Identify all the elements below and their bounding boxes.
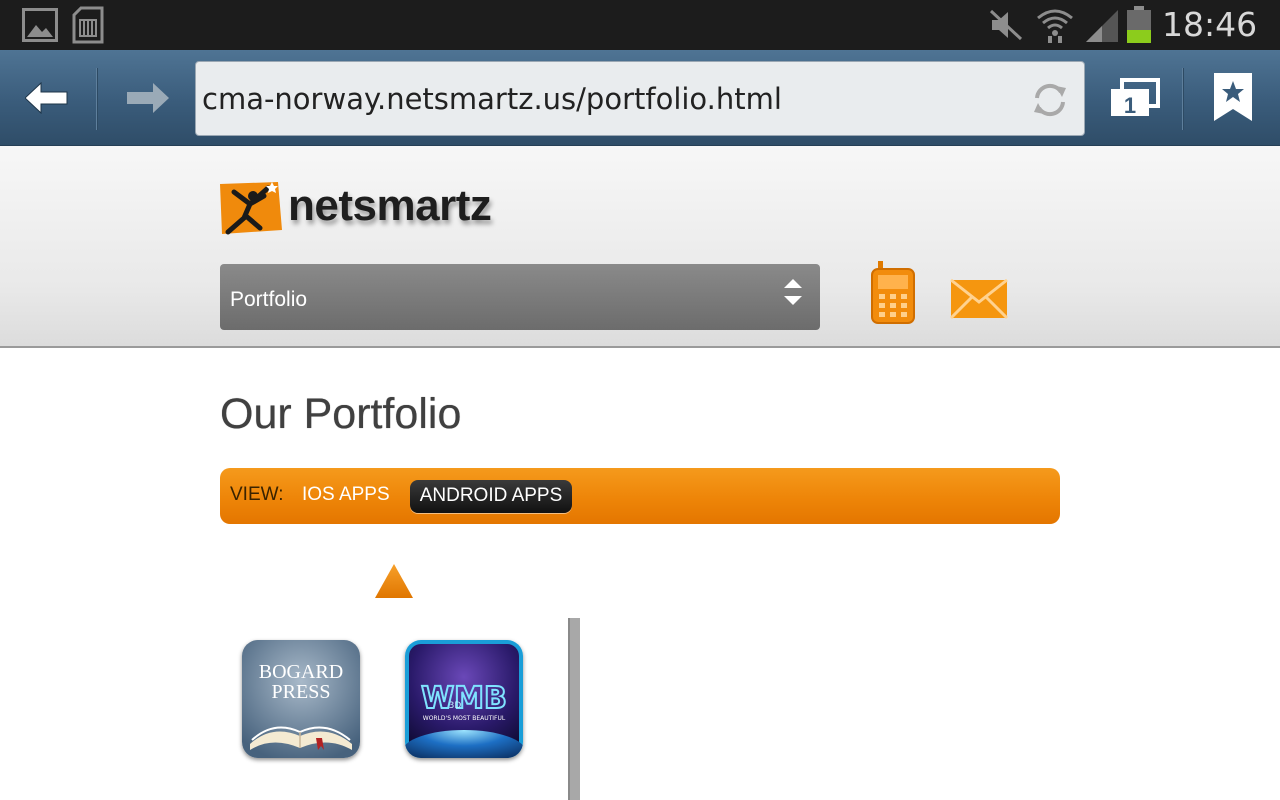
toolbar-divider: [96, 68, 98, 130]
phone-icon[interactable]: [870, 261, 916, 325]
battery-icon: [1126, 6, 1152, 44]
logo-figure-icon: [220, 182, 284, 236]
signal-icon: [1084, 8, 1120, 42]
app-tile-wmb[interactable]: WMB 3D WORLD'S MOST BEAUTIFUL: [405, 640, 523, 758]
toolbar-divider: [1182, 68, 1184, 130]
url-bar[interactable]: cma-norway.netsmartz.us/portfolio.html: [195, 61, 1085, 136]
mute-icon: [988, 8, 1024, 42]
tabs-button[interactable]: 1: [1098, 50, 1172, 146]
app-bogard-line1: BOGARD: [259, 661, 343, 683]
bookmarks-button[interactable]: [1196, 50, 1270, 146]
back-button[interactable]: [0, 50, 94, 146]
forward-button[interactable]: [100, 50, 194, 146]
url-text[interactable]: cma-norway.netsmartz.us/portfolio.html: [202, 62, 782, 137]
sd-card-icon: [71, 6, 105, 44]
email-icon[interactable]: [949, 276, 1009, 320]
gallery-icon: [22, 8, 58, 42]
app-wmb-logo: WMB: [421, 681, 507, 716]
select-arrows-icon: [784, 279, 802, 305]
bookmark-star-icon: [1214, 73, 1252, 121]
app-bogard-line2: PRESS: [272, 681, 331, 703]
status-bar: 18:46: [0, 0, 1280, 50]
content-divider: [568, 618, 580, 800]
app-tile-bogard-press[interactable]: BOGARD PRESS: [242, 640, 360, 758]
filter-ios-apps[interactable]: IOS APPS: [302, 468, 390, 524]
portfolio-filter-bar: VIEW: IOS APPS ANDROID APPS: [220, 468, 1060, 524]
filter-android-apps[interactable]: ANDROID APPS: [410, 480, 572, 513]
refresh-icon[interactable]: [1030, 80, 1070, 120]
nav-select-value: Portfolio: [230, 288, 308, 311]
nav-select[interactable]: Portfolio: [220, 264, 820, 330]
app-wmb-sub: 3D: [449, 701, 462, 711]
back-arrow-icon: [25, 82, 68, 114]
status-clock: 18:46: [1162, 5, 1258, 44]
tab-count: 1: [1124, 93, 1136, 118]
browser-toolbar: cma-norway.netsmartz.us/portfolio.html 1: [0, 50, 1280, 146]
logo-text: netsmartz: [288, 181, 492, 230]
netsmartz-logo[interactable]: netsmartz: [220, 178, 510, 240]
filter-label: VIEW:: [230, 484, 284, 505]
app-wmb-tagline: WORLD'S MOST BEAUTIFUL: [423, 715, 506, 722]
page-title: Our Portfolio: [220, 390, 462, 438]
site-header: netsmartz Portfolio: [0, 146, 1280, 348]
forward-arrow-icon: [127, 83, 169, 113]
wifi-icon: [1036, 6, 1074, 44]
selection-pointer-icon: [374, 562, 414, 600]
